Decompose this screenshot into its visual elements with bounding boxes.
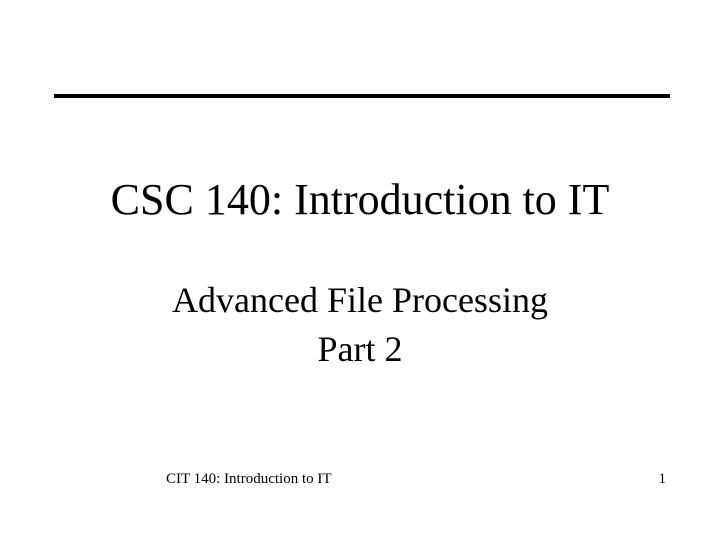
subtitle-line-1: Advanced File Processing	[172, 280, 548, 320]
footer-course-label: CIT 140: Introduction to IT	[166, 471, 332, 488]
slide-number: 1	[659, 471, 667, 488]
slide-title: CSC 140: Introduction to IT	[0, 174, 720, 225]
subtitle-line-2: Part 2	[318, 329, 403, 369]
slide-subtitle: Advanced File Processing Part 2	[0, 276, 720, 373]
horizontal-rule	[54, 94, 670, 98]
